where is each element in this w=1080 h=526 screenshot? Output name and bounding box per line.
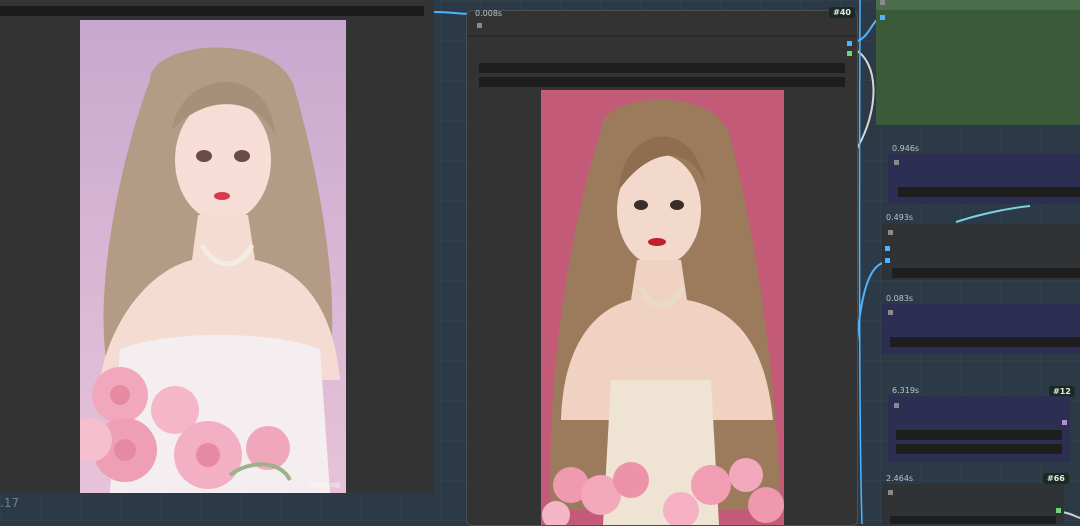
node-widget-bar[interactable] — [890, 337, 1080, 347]
right-node-1[interactable] — [888, 154, 1080, 204]
node-widget-bar[interactable] — [892, 268, 1080, 278]
right-node-66[interactable] — [882, 484, 1064, 524]
output-port[interactable] — [1062, 420, 1067, 425]
image-watermark: 布谷鸟AI出图 — [310, 483, 340, 489]
node-collapse-toggle[interactable] — [888, 230, 893, 235]
canvas-bottom-left-label: .17 — [0, 496, 20, 510]
node-widget-bar-2[interactable] — [479, 63, 845, 73]
node-widget-bar[interactable] — [898, 187, 1080, 197]
node-collapse-toggle[interactable] — [888, 490, 893, 495]
input-port-2[interactable] — [885, 258, 890, 263]
group-title-bar — [876, 0, 1080, 10]
preview-image-node-left[interactable]: 布谷鸟AI出图 — [0, 0, 434, 493]
output-port-image[interactable] — [847, 41, 852, 46]
node-timing: 0.083s — [886, 294, 914, 303]
node-timing: 0.493s — [886, 213, 914, 222]
group-collapse-toggle[interactable] — [880, 0, 885, 5]
green-group-panel[interactable] — [876, 0, 1080, 125]
node-timing: 6.319s — [892, 386, 920, 395]
node-id-badge: #40 — [829, 7, 855, 18]
preview-image-photo[interactable] — [541, 90, 784, 525]
input-port[interactable] — [880, 15, 885, 20]
input-port-1[interactable] — [885, 246, 890, 251]
output-port[interactable] — [1056, 508, 1061, 513]
node-widget-bar-1[interactable] — [467, 35, 857, 37]
node-widget-bar-2[interactable] — [896, 444, 1062, 454]
node-widget-bar[interactable] — [890, 516, 1056, 524]
node-collapse-toggle[interactable] — [894, 403, 899, 408]
node-40-image-preview[interactable]: 0.008s #40 — [466, 7, 858, 526]
node-timing: 0.946s — [892, 144, 920, 153]
node-collapse-toggle[interactable] — [477, 23, 482, 28]
node-timing: 2.464s — [886, 474, 914, 483]
node-id-badge: #66 — [1043, 473, 1069, 484]
preview-image-illustration[interactable]: 布谷鸟AI出图 — [80, 20, 346, 493]
node-collapse-toggle[interactable] — [894, 160, 899, 165]
node-timing: 0.008s — [475, 9, 503, 18]
node-title-bar — [0, 6, 424, 16]
output-port-mask[interactable] — [847, 51, 852, 56]
node-collapse-toggle[interactable] — [888, 310, 893, 315]
illustrated-portrait-image — [80, 20, 346, 493]
photo-portrait-image — [541, 90, 784, 525]
right-node-3[interactable] — [882, 304, 1080, 354]
node-widget-bar-1[interactable] — [896, 430, 1062, 440]
node-widget-bar-3[interactable] — [479, 77, 845, 87]
right-node-12[interactable] — [888, 396, 1070, 462]
right-node-2[interactable] — [882, 224, 1080, 280]
